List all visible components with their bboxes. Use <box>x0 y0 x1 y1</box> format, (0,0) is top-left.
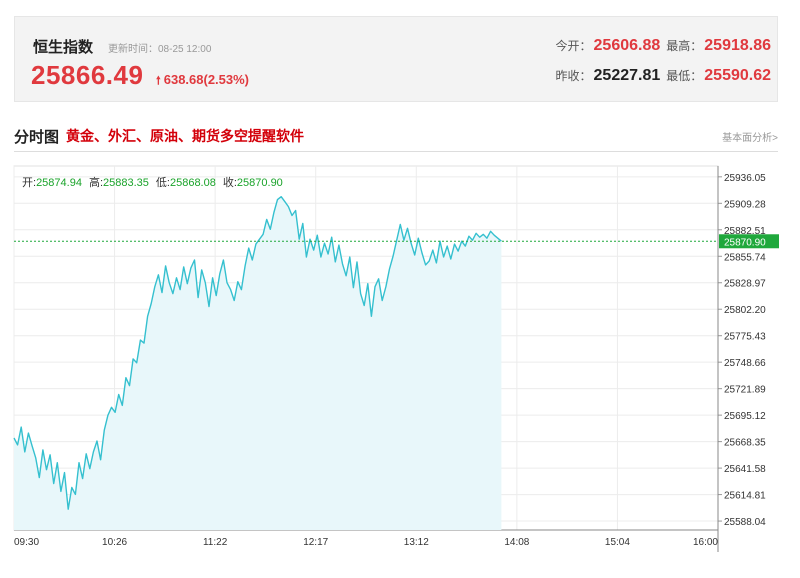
current-price: 25866.49 <box>31 60 144 90</box>
y-tick-label: 25668.35 <box>724 438 766 449</box>
y-tick-label: 25721.89 <box>724 385 766 396</box>
x-tick-label: 15:04 <box>605 537 630 548</box>
x-tick-label: 14:08 <box>504 537 529 548</box>
open-label: 今开： <box>555 39 592 53</box>
high-label: 最高： <box>666 39 703 53</box>
high-value: 25918.86 <box>704 37 771 54</box>
ohlc-close-value: 25870.90 <box>236 177 283 189</box>
x-tick-label: 09:30 <box>14 537 39 548</box>
ohlc-low-value: 25868.08 <box>169 177 216 189</box>
fundamental-analysis-link[interactable]: 基本面分析> <box>722 129 778 144</box>
x-tick-label: 16:00 <box>693 537 718 548</box>
x-tick-label: 13:12 <box>404 537 429 548</box>
ohlc-readout: 开:25874.94 高:25883.35 低:25868.08 收:25870.90 <box>22 174 283 190</box>
stat-row-open-high: 今开： 25606.88 最高： 25918.86 <box>556 37 772 55</box>
y-tick-label: 25588.04 <box>724 517 766 528</box>
intraday-chart-svg: 25936.0525909.2825882.5125855.7425828.97… <box>13 165 779 552</box>
update-time: 更新时间：08-25 12:00 <box>108 44 212 55</box>
ohlc-open-value: 25874.94 <box>36 177 82 189</box>
index-name: 恒生指数 <box>33 39 94 56</box>
promo-link[interactable]: 黄金、外汇、原油、期货多空提醒软件 <box>66 126 304 146</box>
arrow-up-icon: 🠕 <box>156 75 161 87</box>
y-tick-label: 25614.81 <box>724 491 766 502</box>
ohlc-high-label: 高: <box>88 177 104 189</box>
prev-close-value: 25227.81 <box>593 67 661 84</box>
y-tick-label: 25641.58 <box>724 464 766 475</box>
section-divider <box>14 151 778 152</box>
section-title: 分时图 <box>14 129 60 146</box>
prev-close-label: 昨收： <box>555 69 592 83</box>
x-tick-label: 11:22 <box>203 537 228 548</box>
y-tick-label: 25855.74 <box>724 252 766 263</box>
intraday-chart: 25936.05 25909.28 25882.51 25855.74 25828.97… <box>0 158 800 578</box>
ohlc-close-label: 收: <box>222 177 237 189</box>
x-tick-label: 12:17 <box>303 537 328 548</box>
x-tick-label: 10:26 <box>102 537 127 548</box>
ohlc-high-value: 25883.35 <box>103 177 149 189</box>
ohlc-open-label: 开: <box>22 177 37 189</box>
y-tick-label: 25909.28 <box>724 199 766 210</box>
stat-row-prevclose-low: 昨收： 25227.81 最低： 25590.62 <box>556 67 772 85</box>
low-value: 25590.62 <box>704 67 771 84</box>
ohlc-low-label: 低: <box>155 177 170 189</box>
y-tick-label: 25936.05 <box>724 173 766 184</box>
y-tick-label: 25775.43 <box>724 332 766 343</box>
low-label: 最低： <box>666 69 703 83</box>
open-value: 25606.88 <box>593 37 661 54</box>
quote-panel: 恒生指数 更新时间：08-25 12:00 25866.49 🠕 638.68(2… <box>14 16 778 102</box>
y-tick-label: 25828.97 <box>724 279 766 290</box>
price-change-value: 638.68(2.53%) <box>163 72 250 87</box>
y-tick-label: 25802.20 <box>724 305 766 316</box>
y-tick-label: 25748.66 <box>724 358 766 369</box>
y-tick-label: 25695.12 <box>724 411 766 422</box>
price-change: 🠕 638.68(2.53%) <box>156 72 249 91</box>
current-price-label: 25870.90 <box>724 237 766 248</box>
